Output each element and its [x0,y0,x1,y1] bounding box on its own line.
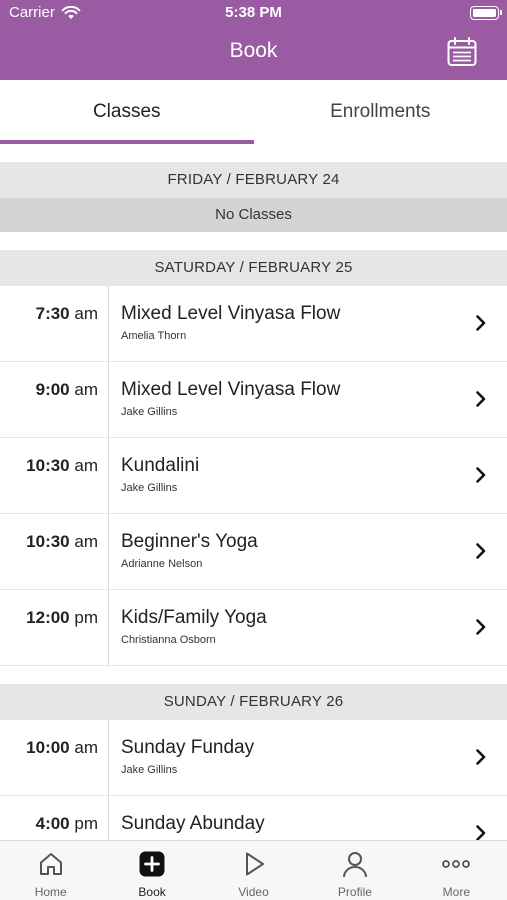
tabbar-home[interactable]: Home [0,841,101,900]
tabbar-video[interactable]: Video [203,841,304,900]
class-name: Mixed Level Vinyasa Flow [121,303,341,324]
class-time: 12:00 pm [0,590,109,665]
more-dots-icon [442,860,471,868]
chevron-right-icon [476,467,486,483]
tabbar-label: Profile [337,885,372,899]
class-name: Kundalini [121,455,200,476]
chevron-right-icon [476,315,486,331]
class-teacher: Jake Gillins [121,406,178,418]
class-row[interactable]: 12:00 pm Kids/Family Yoga Christianna Os… [0,590,507,666]
tabbar-label: Book [138,885,166,899]
battery-icon [470,6,502,20]
no-classes-label: No Classes [0,198,507,232]
tab-enrollments[interactable]: Enrollments [254,80,507,144]
class-row[interactable]: 10:30 am Kundalini Jake Gillins [0,438,507,514]
home-icon [39,853,62,875]
top-header: Carrier 5:38 PM Book [0,0,507,80]
tabbar-label: More [442,885,470,899]
class-name: Kids/Family Yoga [121,607,267,628]
chevron-right-icon [476,749,486,765]
play-icon [245,852,264,876]
day-header: SATURDAY / FEBRUARY 25 [0,250,507,286]
bottom-tab-bar: Home Book Video Profile More [0,840,507,900]
tabbar-more[interactable]: More [406,841,507,900]
class-time: 9:00 am [0,362,109,437]
tab-classes[interactable]: Classes [0,80,254,144]
tabbar-label: Home [34,885,67,899]
page-title: Book [229,39,278,62]
status-bar: Carrier 5:38 PM [0,0,507,26]
class-name: Beginner's Yoga [121,531,258,552]
class-time: 10:30 am [0,514,109,589]
day-header: SUNDAY / FEBRUARY 26 [0,684,507,720]
class-row[interactable]: 10:00 am Sunday Funday Jake Gillins [0,720,507,796]
class-name: Sunday Funday [121,737,255,758]
class-name: Mixed Level Vinyasa Flow [121,379,341,400]
person-icon [342,852,367,878]
class-row[interactable]: 10:30 am Beginner's Yoga Adrianne Nelson [0,514,507,590]
schedule-list[interactable]: FRIDAY / FEBRUARY 24 No Classes SATURDAY… [0,162,507,872]
day-header: FRIDAY / FEBRUARY 24 [0,162,507,198]
status-time: 5:38 PM [225,4,282,21]
class-time: 10:00 am [0,720,109,795]
class-teacher: Amelia Thorn [121,330,187,342]
calendar-icon[interactable] [446,36,478,68]
class-time: 7:30 am [0,286,109,361]
class-row[interactable]: 7:30 am Mixed Level Vinyasa Flow Amelia … [0,286,507,362]
class-teacher: Jake Gillins [121,482,178,494]
segment-tabs: Classes Enrollments [0,80,507,144]
class-teacher: Adrianne Nelson [121,558,203,570]
tabbar-profile[interactable]: Profile [304,841,405,900]
class-teacher: Christianna Osborn [121,634,216,646]
class-row[interactable]: 9:00 am Mixed Level Vinyasa Flow Jake Gi… [0,362,507,438]
class-teacher: Jake Gillins [121,764,178,776]
tabbar-book[interactable]: Book [101,841,202,900]
class-time: 10:30 am [0,438,109,513]
chevron-right-icon [476,619,486,635]
chevron-right-icon [476,543,486,559]
class-name: Sunday Abunday [121,813,265,834]
chevron-right-icon [476,391,486,407]
tabbar-label: Video [238,885,269,899]
plus-square-icon [139,851,165,877]
